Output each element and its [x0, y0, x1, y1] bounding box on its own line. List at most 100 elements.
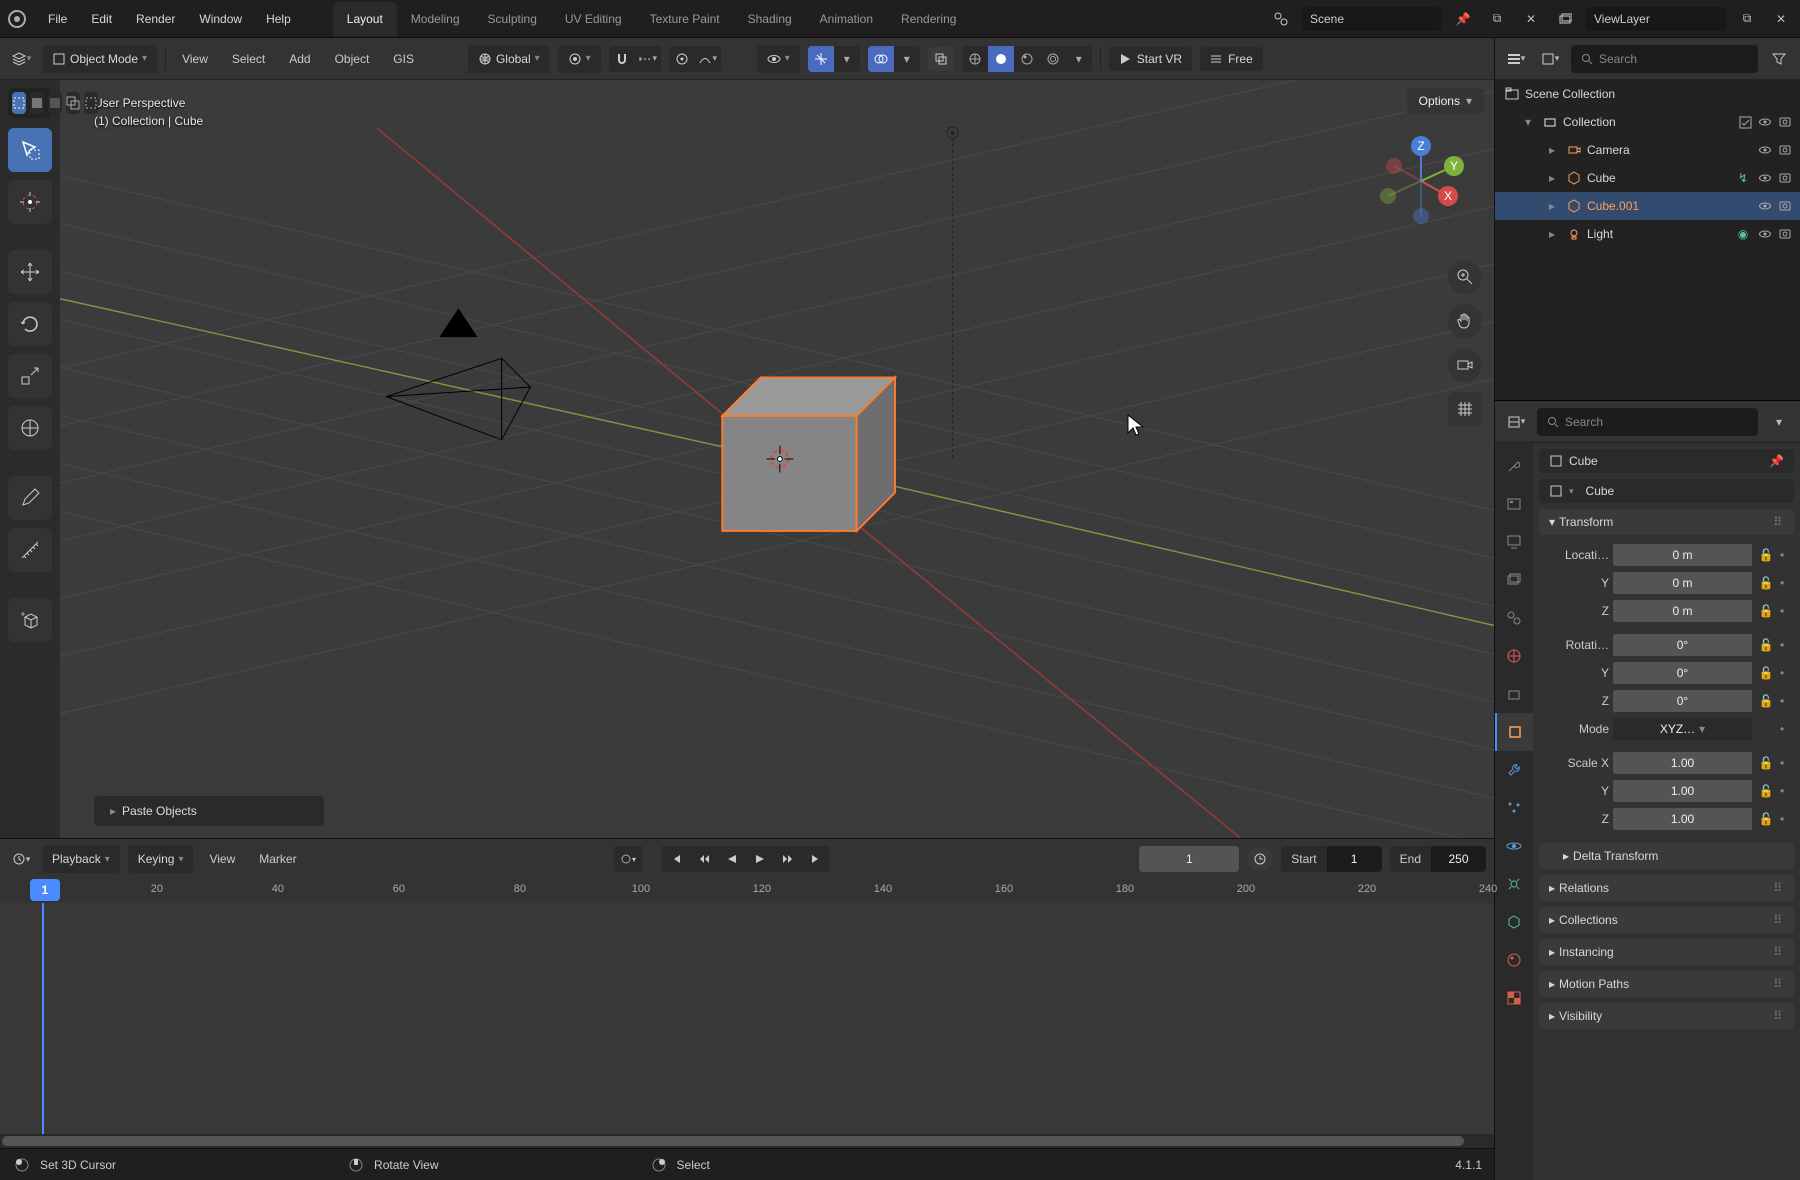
- tool-annotate[interactable]: [8, 476, 52, 520]
- menu-window[interactable]: Window: [187, 6, 254, 32]
- tool-cursor[interactable]: [8, 180, 52, 224]
- scene-browse-icon[interactable]: [1268, 7, 1294, 31]
- outliner-display-mode[interactable]: ▾: [1537, 47, 1563, 71]
- scale-x-field[interactable]: 1.00: [1613, 752, 1752, 774]
- rotation-y-field[interactable]: 0°: [1613, 662, 1752, 684]
- scene-pin-icon[interactable]: 📌: [1450, 7, 1476, 31]
- ptab-viewlayer[interactable]: [1495, 561, 1533, 599]
- tool-add-cube[interactable]: [8, 598, 52, 642]
- tool-move[interactable]: [8, 250, 52, 294]
- tab-layout[interactable]: Layout: [333, 2, 397, 36]
- menu-render[interactable]: Render: [124, 6, 187, 32]
- zoom-button[interactable]: [1448, 260, 1482, 294]
- tool-scale[interactable]: [8, 354, 52, 398]
- rotation-x-field[interactable]: 0°: [1613, 634, 1752, 656]
- breadcrumb[interactable]: Cube 📌: [1539, 449, 1794, 473]
- chevron-right-icon[interactable]: ▸: [1543, 141, 1561, 159]
- tree-item-light[interactable]: ▸ Light ◉: [1495, 220, 1800, 248]
- current-frame-field[interactable]: 1: [1139, 846, 1239, 872]
- ptab-world[interactable]: [1495, 637, 1533, 675]
- keyframe-dot[interactable]: •: [1780, 548, 1790, 562]
- use-preview-range-toggle[interactable]: [1247, 847, 1273, 871]
- jump-next-key-button[interactable]: [774, 846, 802, 872]
- lock-icon[interactable]: 🔓: [1756, 666, 1776, 680]
- viewport-3d[interactable]: User Perspective (1) Collection | Cube O…: [60, 80, 1494, 838]
- timeline-tracks[interactable]: 1: [0, 903, 1494, 1134]
- ptab-collection[interactable]: [1495, 675, 1533, 713]
- pan-button[interactable]: [1448, 304, 1482, 338]
- autokey-toggle[interactable]: ▾: [614, 846, 642, 872]
- tab-modeling[interactable]: Modeling: [397, 2, 474, 36]
- playhead[interactable]: 1: [42, 903, 44, 1134]
- location-x-field[interactable]: 0 m: [1613, 544, 1752, 566]
- scene-new-icon[interactable]: ⧉: [1484, 7, 1510, 31]
- viewport-menu-select[interactable]: Select: [224, 48, 273, 70]
- editor-type-icon[interactable]: ▾: [8, 47, 34, 71]
- timeline-ruler[interactable]: 20 40 60 80 100 120 140 160 180 200 220 …: [0, 879, 1494, 903]
- gizmo-options[interactable]: ▾: [834, 46, 860, 72]
- eye-icon[interactable]: [1756, 113, 1774, 131]
- viewport-menu-add[interactable]: Add: [281, 48, 318, 70]
- lock-icon[interactable]: 🔓: [1756, 756, 1776, 770]
- xray-toggle[interactable]: [928, 47, 954, 71]
- tab-animation[interactable]: Animation: [806, 2, 887, 36]
- viewlayer-new-icon[interactable]: ⧉: [1734, 7, 1760, 31]
- ptab-constraints[interactable]: [1495, 865, 1533, 903]
- ptab-render[interactable]: [1495, 485, 1533, 523]
- shading-material[interactable]: [1014, 46, 1040, 72]
- location-y-field[interactable]: 0 m: [1613, 572, 1752, 594]
- jump-end-button[interactable]: [802, 846, 830, 872]
- ptab-modifiers[interactable]: [1495, 751, 1533, 789]
- menu-help[interactable]: Help: [254, 6, 303, 32]
- eye-icon[interactable]: [1756, 197, 1774, 215]
- tree-item-cube[interactable]: ▸ Cube ↯: [1495, 164, 1800, 192]
- select-invert-mode[interactable]: [84, 92, 98, 114]
- scale-y-field[interactable]: 1.00: [1613, 780, 1752, 802]
- location-z-field[interactable]: 0 m: [1613, 600, 1752, 622]
- render-icon[interactable]: [1776, 225, 1794, 243]
- ptab-scene[interactable]: [1495, 599, 1533, 637]
- pivot-dropdown[interactable]: ▾: [558, 45, 601, 73]
- ptab-physics[interactable]: [1495, 827, 1533, 865]
- shading-options[interactable]: ▾: [1066, 46, 1092, 72]
- ptab-particles[interactable]: [1495, 789, 1533, 827]
- tree-item-camera[interactable]: ▸ Camera: [1495, 136, 1800, 164]
- panel-collections[interactable]: ▸Collections⠿: [1539, 907, 1794, 933]
- scene-delete-icon[interactable]: ✕: [1518, 7, 1544, 31]
- tab-texture-paint[interactable]: Texture Paint: [636, 2, 734, 36]
- scrollbar-thumb[interactable]: [2, 1136, 1464, 1146]
- keyframe-dot[interactable]: •: [1780, 694, 1790, 708]
- lock-icon[interactable]: 🔓: [1756, 694, 1776, 708]
- render-icon[interactable]: [1776, 141, 1794, 159]
- viewlayer-name-field[interactable]: ViewLayer: [1586, 7, 1726, 31]
- free-button[interactable]: Free: [1200, 47, 1263, 71]
- panel-relations[interactable]: ▸Relations⠿: [1539, 875, 1794, 901]
- timeline-scrollbar[interactable]: [0, 1134, 1494, 1148]
- select-intersect-mode[interactable]: [66, 92, 80, 114]
- menu-edit[interactable]: Edit: [79, 6, 124, 32]
- keyframe-dot[interactable]: •: [1780, 812, 1790, 826]
- tool-rotate[interactable]: [8, 302, 52, 346]
- ptab-object[interactable]: [1495, 713, 1533, 751]
- viewport-menu-object[interactable]: Object: [327, 48, 378, 70]
- select-box-mode[interactable]: [12, 92, 26, 114]
- start-frame-field[interactable]: 1: [1327, 846, 1382, 872]
- ptab-material[interactable]: [1495, 941, 1533, 979]
- interaction-mode-dropdown[interactable]: Object Mode ▾: [42, 45, 157, 73]
- outliner-editor-type-icon[interactable]: ▾: [1503, 47, 1529, 71]
- properties-content[interactable]: Cube 📌 ▾ Cube ▾Transform⠿ Locati…0 m🔓• Y…: [1533, 443, 1800, 1180]
- panel-motion-paths[interactable]: ▸Motion Paths⠿: [1539, 971, 1794, 997]
- viewport-menu-gis[interactable]: GIS: [385, 48, 422, 70]
- tab-uv-editing[interactable]: UV Editing: [551, 2, 636, 36]
- lock-icon[interactable]: 🔓: [1756, 812, 1776, 826]
- nav-gizmo[interactable]: X Y Z: [1376, 136, 1466, 226]
- shading-solid[interactable]: [988, 46, 1014, 72]
- keyframe-dot[interactable]: •: [1780, 756, 1790, 770]
- panel-visibility[interactable]: ▸Visibility⠿: [1539, 1003, 1794, 1029]
- lock-icon[interactable]: 🔓: [1756, 638, 1776, 652]
- overlay-options[interactable]: ▾: [894, 46, 920, 72]
- visibility-dropdown[interactable]: ▾: [757, 45, 800, 73]
- timeline-view-menu[interactable]: View: [201, 848, 243, 870]
- properties-search[interactable]: Search: [1537, 408, 1758, 436]
- render-icon[interactable]: [1776, 113, 1794, 131]
